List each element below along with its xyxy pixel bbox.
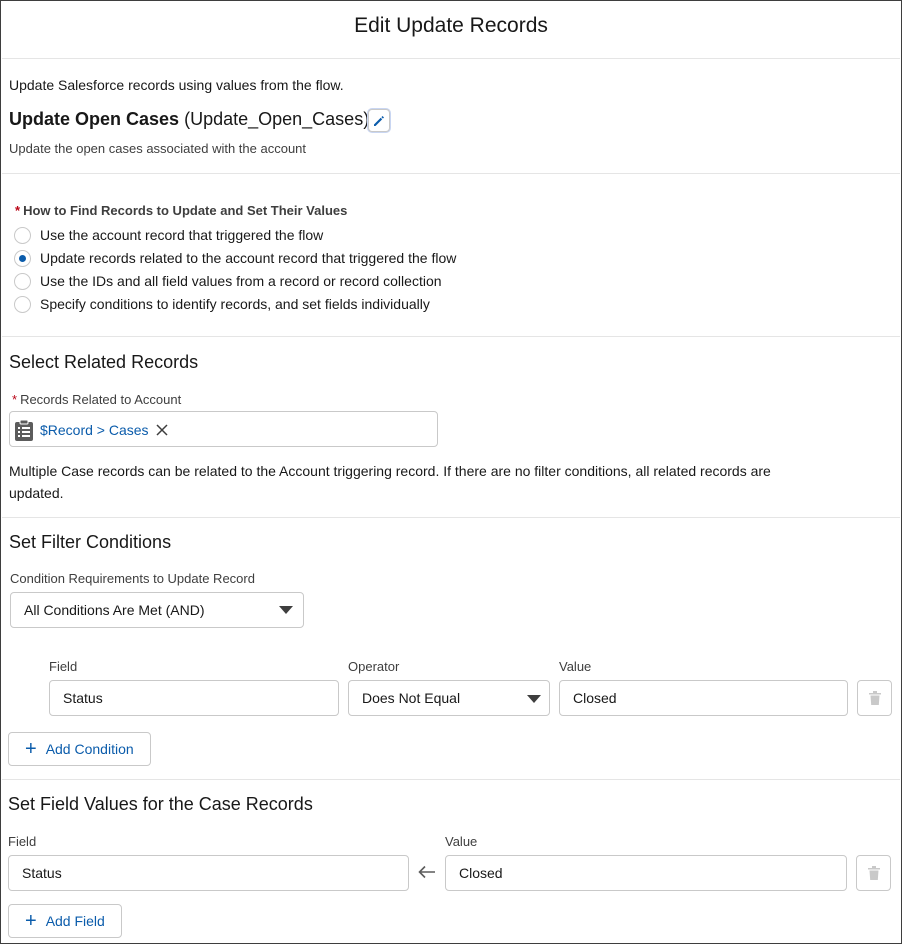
filter-conditions-heading: Set Filter Conditions [9,532,172,552]
field-values-field-header: Field [8,834,37,849]
section-divider-2 [2,336,900,337]
trash-icon [867,866,880,880]
radio-label-specify-conditions: Specify conditions to identify records, … [40,296,430,312]
radio-update-related-records[interactable] [14,250,31,267]
clipboard-record-icon [15,419,33,441]
related-records-help-line1: Multiple Case records can be related to … [9,463,771,479]
radio-specify-conditions[interactable] [14,296,31,313]
radio-use-triggering-record[interactable] [14,227,31,244]
related-records-heading: Select Related Records [9,352,199,372]
field-values-value-header: Value [445,834,478,849]
section-divider-3 [2,517,900,518]
pill-value: $Record > Cases [40,422,149,438]
section-divider-4 [2,779,900,780]
delete-field-button[interactable] [856,855,891,891]
condition-operator-header: Operator [348,659,400,674]
close-icon[interactable] [155,423,169,437]
add-condition-button[interactable]: + Add Condition [8,732,151,766]
find-records-label: * How to Find Records to Update and Set T… [15,203,348,218]
condition-field-header: Field [49,659,78,674]
element-description-intro: Update Salesforce records using values f… [9,77,344,93]
field-values-heading: Set Field Values for the Case Records [8,794,313,814]
field-values-value-input[interactable]: Closed [445,855,847,891]
header-divider [2,58,900,59]
trash-icon [868,691,881,705]
element-name: Update Open Cases (Update_Open_Cases) [9,109,369,130]
edit-pencil-icon [374,115,384,126]
edit-element-button[interactable] [368,109,390,132]
related-records-help-line2: updated. [9,485,64,501]
radio-label-use-triggering-record: Use the account record that triggered th… [40,227,324,243]
section-divider-1 [2,173,900,174]
radio-use-ids-and-values[interactable] [14,273,31,290]
radio-label-update-related-records: Update records related to the account re… [40,250,457,266]
edit-update-records-modal: Edit Update Records Update Salesforce re… [0,0,902,944]
add-icon: + [25,738,37,760]
chevron-down-icon [279,606,293,614]
element-label: Update Open Cases [9,109,180,129]
element-description: Update the open cases associated with th… [9,141,307,156]
modal-title: Edit Update Records [354,14,548,37]
delete-condition-button[interactable] [857,680,892,716]
radio-label-use-ids-and-values: Use the IDs and all field values from a … [40,273,442,289]
add-field-button[interactable]: + Add Field [8,904,122,938]
field-values-field-input[interactable]: Status [8,855,409,891]
left-arrow-icon [418,865,435,879]
related-records-label: * Records Related to Account [12,392,182,407]
chevron-down-icon [527,695,541,703]
add-icon: + [25,910,37,932]
element-api-name: (Update_Open_Cases) [184,109,370,129]
condition-requirements-select[interactable]: All Conditions Are Met (AND) [10,592,304,628]
required-marker: * [15,203,21,218]
condition-value-input[interactable]: Closed [559,680,848,716]
related-records-pill: $Record > Cases [14,416,169,444]
condition-field-input[interactable]: Status [49,680,339,716]
condition-operator-select[interactable]: Does Not Equal [348,680,550,716]
condition-requirements-label: Condition Requirements to Update Record [10,571,255,586]
condition-value-header: Value [559,659,592,674]
